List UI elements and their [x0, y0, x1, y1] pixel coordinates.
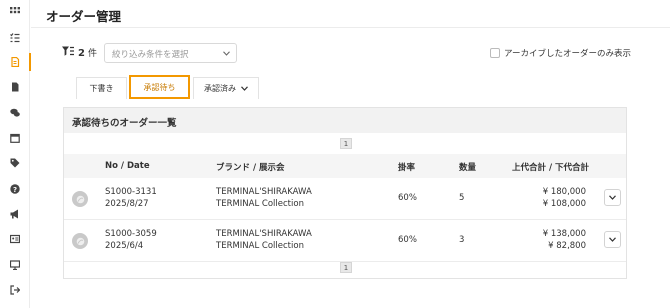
retail-total: ¥ 138,000 [542, 229, 586, 239]
panel-header: 承認待ちのオーダー一覧 [64, 108, 626, 133]
filter-select[interactable]: 絞り込み条件を選択 [104, 43, 237, 63]
wholesale-total: ¥ 108,000 [542, 199, 586, 209]
order-list-panel: 承認待ちのオーダー一覧 1 No / Date ブランド / 展示会 掛率 数量… [63, 107, 627, 279]
col-no-date: No / Date [105, 161, 150, 171]
col-rate: 掛率 [398, 163, 416, 173]
order-brand: TERMINAL'SHIRAKAWA TERMINAL Collection [216, 228, 312, 252]
tag-icon[interactable] [0, 152, 30, 174]
chevron-down-icon [609, 195, 616, 200]
brand-avatar-icon [72, 233, 88, 249]
order-totals: ¥ 180,000 ¥ 108,000 [504, 186, 586, 210]
monitor-icon[interactable] [0, 254, 30, 276]
header: オーダー管理 [31, 0, 670, 28]
panel-title: 承認待ちのオーダー一覧 [72, 118, 177, 129]
help-icon[interactable]: ? [0, 178, 30, 200]
sidebar: ? [0, 0, 31, 308]
order-brand: TERMINAL'SHIRAKAWA TERMINAL Collection [216, 186, 312, 210]
filter-count-value: 2 [78, 48, 85, 59]
brand-name: TERMINAL'SHIRAKAWA [216, 229, 312, 239]
checklist-icon[interactable] [0, 27, 30, 49]
col-total: 上代合計 / 下代合計 [512, 163, 590, 173]
col-qty: 数量 [459, 163, 477, 173]
order-rate: 60% [398, 235, 417, 245]
archive-filter[interactable]: アーカイブしたオーダーのみ表示 [490, 47, 631, 59]
order-rate: 60% [398, 193, 417, 203]
table-row[interactable]: S1000-3059 2025/6/4 TERMINAL'SHIRAKAWA T… [64, 220, 626, 262]
chevron-down-icon [241, 86, 248, 91]
order-date: 2025/8/27 [105, 199, 149, 209]
order-icon[interactable] [0, 51, 30, 73]
tab-pending-label: 承認待ち [143, 82, 176, 92]
svg-text:?: ? [13, 186, 17, 194]
filter-count-unit: 件 [87, 49, 97, 59]
pagination-page-button[interactable]: 1 [340, 138, 352, 149]
tab-draft-label: 下書き [89, 84, 114, 93]
order-totals: ¥ 138,000 ¥ 82,800 [504, 228, 586, 252]
page-title: オーダー管理 [46, 9, 122, 24]
col-brand: ブランド / 展示会 [216, 163, 285, 173]
tab-pending[interactable]: 承認待ち [129, 75, 190, 99]
exhibition-name: TERMINAL Collection [216, 241, 304, 251]
exhibition-name: TERMINAL Collection [216, 199, 304, 209]
active-indicator [29, 53, 31, 71]
order-no-date: S1000-3131 2025/8/27 [105, 186, 157, 210]
pagination-page-button[interactable]: 1 [340, 262, 352, 273]
order-date: 2025/6/4 [105, 241, 144, 251]
filter-select-placeholder: 絞り込み条件を選択 [112, 50, 189, 60]
filter-count: 2件 [78, 46, 97, 59]
expand-row-button[interactable] [604, 189, 621, 206]
order-no-date: S1000-3059 2025/6/4 [105, 228, 157, 252]
order-no: S1000-3059 [105, 229, 157, 239]
order-no: S1000-3131 [105, 187, 157, 197]
retail-total: ¥ 180,000 [542, 187, 586, 197]
expand-row-button[interactable] [604, 231, 621, 248]
table-row[interactable]: S1000-3131 2025/8/27 TERMINAL'SHIRAKAWA … [64, 178, 626, 220]
wholesale-total: ¥ 82,800 [548, 241, 586, 251]
tab-approved-label: 承認済み [204, 84, 236, 93]
order-qty: 3 [459, 235, 465, 245]
id-card-icon[interactable] [0, 228, 30, 250]
tab-draft[interactable]: 下書き [76, 77, 127, 99]
logout-icon[interactable] [0, 279, 30, 301]
brand-avatar-icon [72, 191, 88, 207]
chevron-down-icon [609, 237, 616, 242]
chat-icon[interactable] [0, 102, 30, 124]
filter-icon[interactable] [62, 46, 74, 57]
calendar-icon[interactable] [0, 127, 30, 149]
archive-label: アーカイブしたオーダーのみ表示 [504, 49, 631, 59]
chevron-down-icon [223, 51, 230, 56]
table-header: No / Date ブランド / 展示会 掛率 数量 上代合計 / 下代合計 [64, 154, 626, 178]
grid-icon[interactable] [0, 1, 30, 23]
tab-approved[interactable]: 承認済み [193, 77, 259, 99]
archive-checkbox[interactable] [490, 48, 500, 58]
document-icon[interactable] [0, 76, 30, 98]
order-qty: 5 [459, 193, 465, 203]
megaphone-icon[interactable] [0, 203, 30, 225]
brand-name: TERMINAL'SHIRAKAWA [216, 187, 312, 197]
